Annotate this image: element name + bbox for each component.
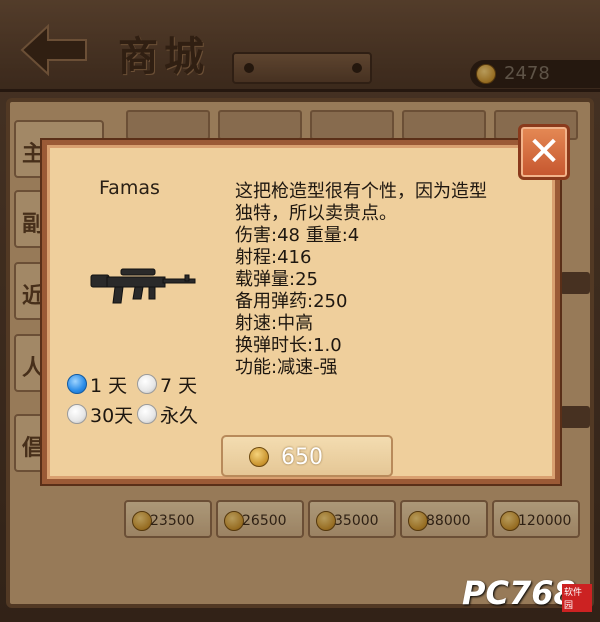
stat-magazine: 载弹量:25 <box>235 269 318 290</box>
item-description: 这把枪造型很有个性，因为造型 独特，所以卖贵点。 伤害:48 重量:4 射程:4… <box>235 181 545 379</box>
description-line: 这把枪造型很有个性，因为造型 <box>235 181 487 202</box>
duration-label: 7 天 <box>160 374 198 397</box>
radio-unselected-icon[interactable] <box>67 404 87 424</box>
watermark-logo: PC768 软件园 <box>462 574 592 614</box>
duration-label: 1 天 <box>90 374 128 397</box>
duration-label: 永久 <box>160 404 199 427</box>
coin-icon <box>249 447 269 467</box>
radio-unselected-icon[interactable] <box>137 374 157 394</box>
buy-button[interactable]: 650 <box>221 435 393 477</box>
radio-selected-icon[interactable] <box>67 374 87 394</box>
stat-damage-weight: 伤害:48 重量:4 <box>235 225 360 246</box>
watermark-tag: 软件园 <box>562 584 592 612</box>
watermark-text: PC768 <box>462 574 576 612</box>
stat-reload-time: 换弹时长:1.0 <box>235 335 342 356</box>
duration-label: 30天 <box>90 404 134 427</box>
item-name: Famas <box>99 177 160 199</box>
close-button[interactable]: ✕ <box>518 124 570 180</box>
buy-price: 650 <box>281 445 323 470</box>
stat-reserve-ammo: 备用弹药:250 <box>235 291 348 312</box>
close-icon: ✕ <box>527 129 561 175</box>
stat-fire-rate: 射速:中高 <box>235 313 314 334</box>
duration-option-30-days[interactable]: 30天 <box>67 401 133 427</box>
stat-range: 射程:416 <box>235 247 312 268</box>
stat-feature: 功能:减速-强 <box>235 357 338 378</box>
description-line: 独特，所以卖贵点。 <box>235 203 397 224</box>
duration-option-permanent[interactable]: 永久 <box>137 401 198 427</box>
rifle-icon <box>90 268 196 304</box>
item-detail-dialog: Famas 这把枪造型很有个性，因为造型 独特，所以卖贵点。 伤害:48 重量:… <box>42 140 560 484</box>
duration-option-1-day[interactable]: 1 天 <box>67 371 127 397</box>
duration-option-7-days[interactable]: 7 天 <box>137 371 197 397</box>
radio-unselected-icon[interactable] <box>137 404 157 424</box>
